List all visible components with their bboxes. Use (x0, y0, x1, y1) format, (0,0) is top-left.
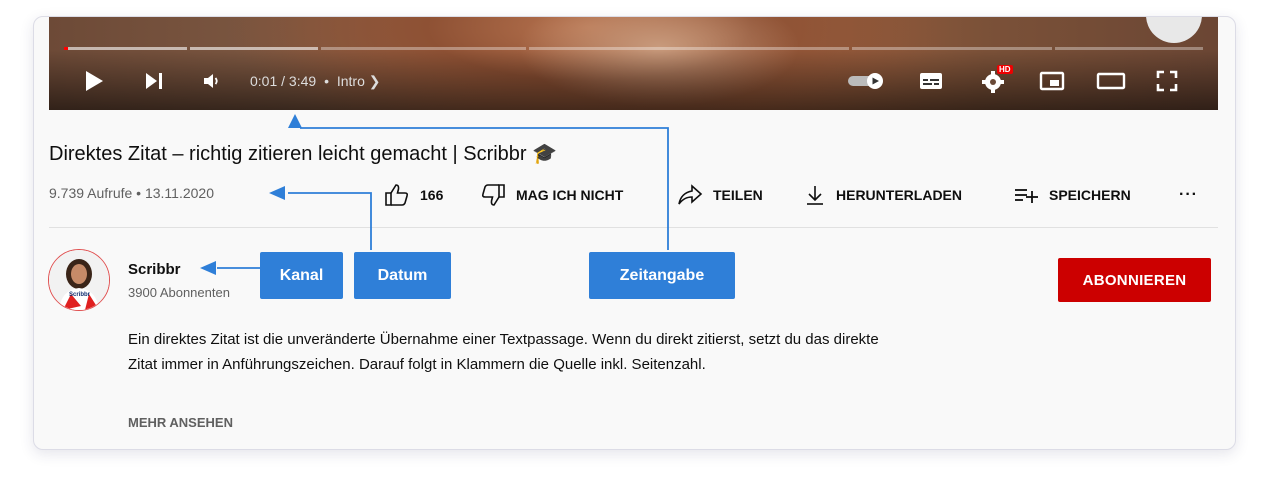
video-card: 0:01 / 3:49 • Intro ❯ HD Direktes Zitat … (33, 16, 1236, 450)
divider (49, 227, 1218, 228)
channel-name[interactable]: Scribbr (128, 261, 181, 278)
theater-icon[interactable] (1093, 63, 1129, 99)
hd-badge: HD (997, 65, 1013, 74)
next-icon[interactable] (139, 63, 169, 99)
progress-bar[interactable] (64, 47, 1203, 50)
show-more-link[interactable]: MEHR ANSEHEN (128, 415, 233, 430)
like-button[interactable]: 166 (384, 177, 443, 213)
subtitles-icon[interactable] (915, 63, 947, 99)
chapter-label[interactable]: Intro (337, 73, 365, 89)
download-button[interactable]: HERUNTERLADEN (804, 177, 962, 213)
avatar[interactable]: Scribbr (48, 249, 110, 311)
time-display: 0:01 / 3:49 • Intro ❯ (250, 73, 381, 89)
share-label: TEILEN (713, 187, 763, 203)
description: Ein direktes Zitat ist die unveränderte … (128, 331, 879, 373)
annotation-kanal: Kanal (260, 252, 343, 299)
progress-played (64, 47, 68, 50)
subscribe-button[interactable]: ABONNIEREN (1058, 258, 1211, 302)
autoplay-toggle-icon[interactable] (845, 63, 889, 99)
fullscreen-icon[interactable] (1149, 63, 1185, 99)
chevron-right-icon[interactable]: ❯ (369, 73, 381, 89)
subscriber-count: 3900 Abonnenten (128, 285, 230, 300)
thumbs-up-icon (385, 184, 409, 206)
download-icon (807, 186, 823, 205)
video-player[interactable]: 0:01 / 3:49 • Intro ❯ HD (49, 17, 1218, 110)
like-count: 166 (420, 187, 444, 203)
more-icon: ··· (1179, 186, 1198, 203)
annotation-datum: Datum (354, 252, 451, 299)
save-button[interactable]: SPEICHERN (1013, 177, 1131, 213)
more-actions-button[interactable]: ··· (1179, 177, 1198, 213)
settings-icon[interactable]: HD (975, 63, 1015, 99)
annotation-zeitangabe: Zeitangabe (589, 252, 735, 299)
action-bar: 166 MAG ICH NICHT TEILEN HERUNTERLADEN S… (384, 177, 1235, 213)
dislike-button[interactable]: MAG ICH NICHT (480, 177, 623, 213)
miniplayer-icon[interactable] (1035, 63, 1069, 99)
player-controls: 0:01 / 3:49 • Intro ❯ HD (49, 63, 1218, 99)
video-title: Direktes Zitat – richtig zitieren leicht… (49, 143, 558, 165)
share-button[interactable]: TEILEN (677, 177, 763, 213)
dislike-label: MAG ICH NICHT (516, 187, 624, 203)
time-label: 0:01 / 3:49 (250, 73, 317, 89)
playlist-add-icon (1015, 189, 1038, 203)
download-label: HERUNTERLADEN (836, 187, 962, 203)
share-icon (678, 184, 703, 205)
views-date: 9.739 Aufrufe • 13.11.2020 (49, 185, 214, 201)
volume-icon[interactable] (197, 63, 227, 99)
play-icon[interactable] (79, 63, 109, 99)
thumbs-down-icon (481, 184, 505, 206)
avatar-text: Scribbr (69, 292, 91, 298)
save-label: SPEICHERN (1049, 187, 1131, 203)
